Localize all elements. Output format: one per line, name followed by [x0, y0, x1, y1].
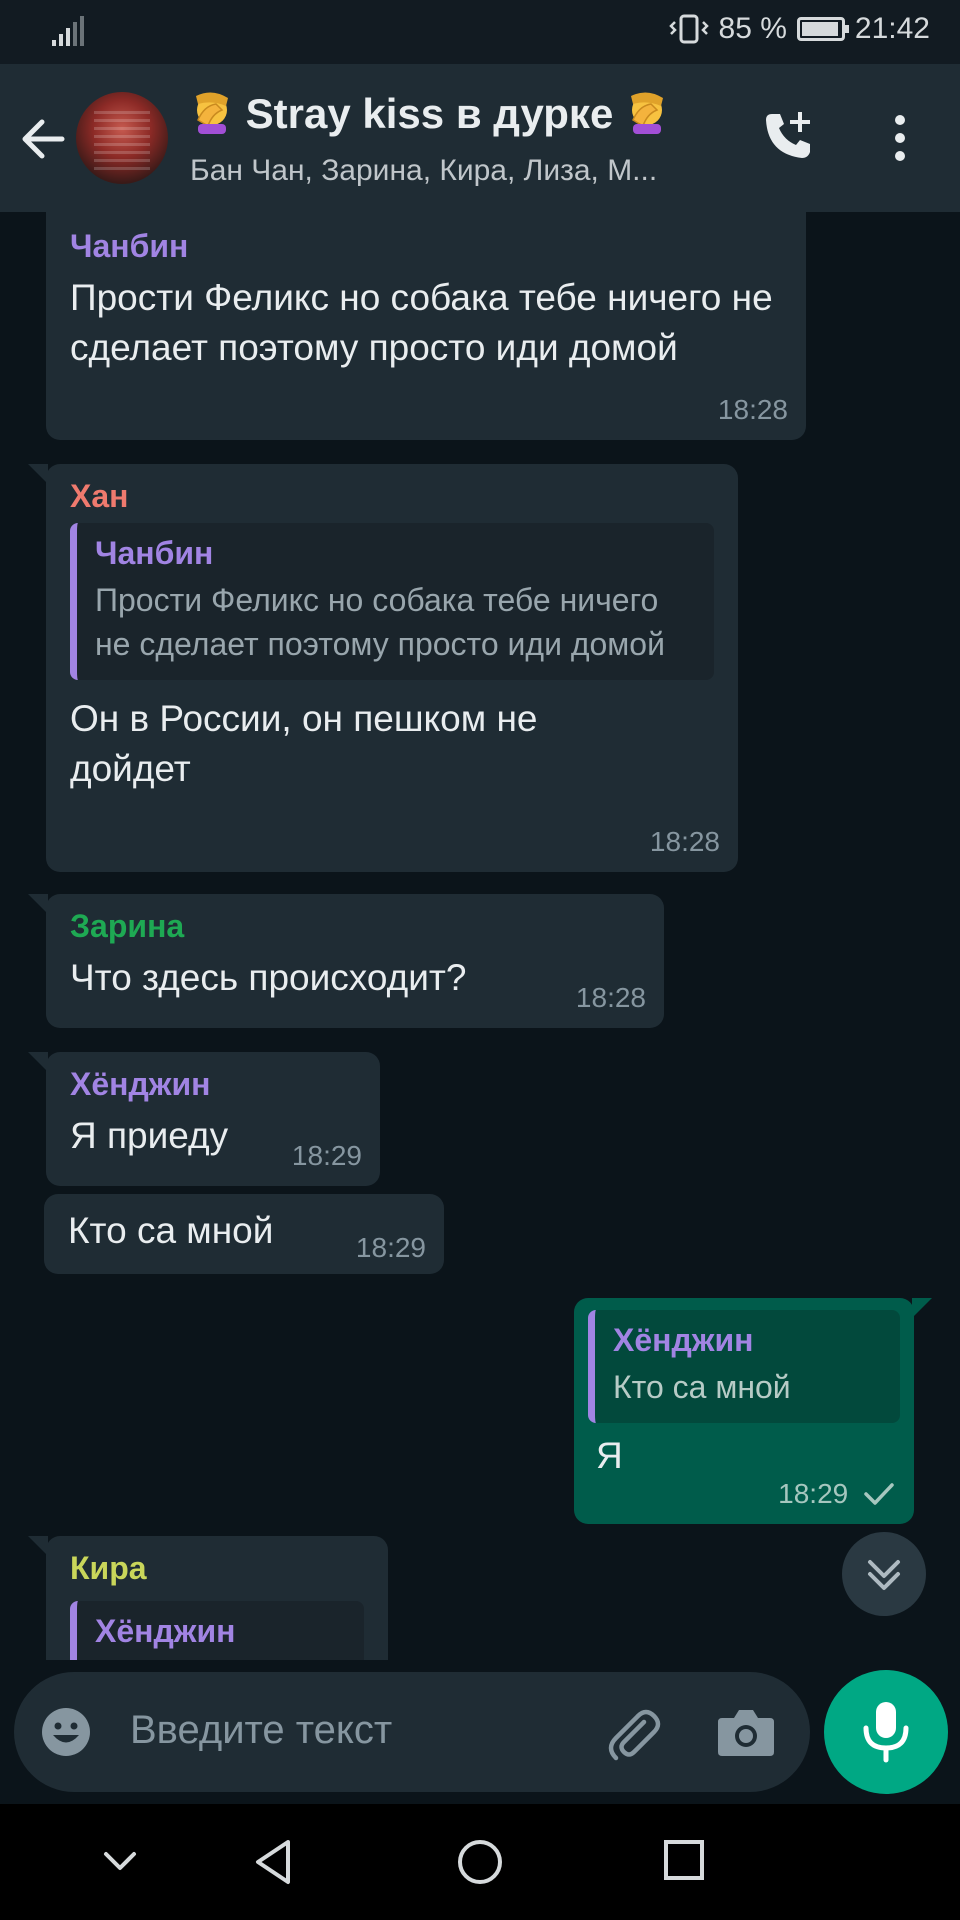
quoted-author: Хёнджин [613, 1322, 754, 1358]
message-time: 18:29 [355, 1232, 426, 1263]
quoted-text: Прости Феликс но собака тебе ничего не с… [95, 582, 665, 662]
more-options-icon[interactable] [880, 112, 920, 164]
message-sender[interactable]: Хёнджин [70, 1066, 356, 1103]
chat-header: Stray kiss в дурке Бан Чан, Зарина, Кира… [0, 64, 960, 212]
sent-check-icon [864, 1483, 894, 1505]
group-participants[interactable]: Бан Чан, Зарина, Кира, Лиза, М... [190, 154, 657, 188]
battery-icon [796, 17, 849, 41]
message-bubble[interactable]: Зарина Что здесь происходит? 18:28 [28, 894, 664, 1028]
message-text: Прости Феликс но собака тебе ничего не с… [70, 277, 773, 368]
message-time: 18:29 [291, 1140, 362, 1171]
group-title-text: Stray kiss в дурке [245, 90, 614, 137]
signal-icon [52, 16, 84, 46]
quoted-author: Чанбин [95, 535, 214, 571]
facepalm-emoji-icon [196, 92, 228, 134]
message-bubble[interactable]: Хан Чанбин Прости Феликс но собака тебе … [28, 464, 738, 872]
facepalm-emoji-icon [631, 92, 663, 134]
nav-back-icon[interactable] [252, 1838, 296, 1886]
message-time: 18:29 [778, 1478, 849, 1509]
emoji-icon[interactable] [40, 1706, 92, 1758]
microphone-icon [863, 1702, 909, 1763]
message-bubble[interactable]: Кто са мной 18:29 [44, 1194, 444, 1274]
hide-keyboard-chevron-icon[interactable] [98, 1838, 142, 1882]
message-bubble[interactable]: Хёнджин Я приеду 18:29 [28, 1052, 380, 1186]
message-sender[interactable]: Кира [70, 1550, 364, 1587]
message-text: Он в России, он пешком не дойдет [70, 698, 538, 789]
message-text: Я [596, 1435, 623, 1476]
message-sender[interactable]: Хан [70, 478, 714, 515]
message-input[interactable]: Введите текст [130, 1708, 392, 1753]
battery-percent: 85 % [718, 12, 787, 45]
voice-message-button[interactable] [824, 1670, 948, 1794]
group-avatar[interactable] [76, 92, 168, 184]
quoted-text: Кто са мной [613, 1369, 791, 1405]
message-time-wrap: 18:29 [778, 1478, 896, 1510]
group-title[interactable]: Stray kiss в дурке [190, 90, 669, 138]
nav-home-icon[interactable] [456, 1838, 504, 1886]
quoted-message[interactable]: Хёнджин [70, 1601, 364, 1660]
message-time: 18:28 [575, 982, 646, 1013]
message-bubble[interactable]: Чанбин Прости Феликс но собака тебе ниче… [46, 212, 806, 440]
message-composer: Введите текст [14, 1672, 810, 1792]
message-sender[interactable]: Зарина [70, 908, 640, 945]
quoted-author: Хёнджин [95, 1613, 236, 1649]
clock: 21:42 [854, 12, 930, 45]
double-chevron-down-icon [868, 1560, 900, 1590]
message-bubble[interactable]: Кира Хёнджин [28, 1536, 388, 1660]
message-list[interactable]: Чанбин Прости Феликс но собака тебе ниче… [0, 212, 960, 1660]
status-bar: 85 % 21:42 [0, 0, 960, 64]
message-time: 18:28 [649, 826, 720, 857]
message-bubble-outgoing[interactable]: Хёнджин Кто са мной Я 18:29 [574, 1298, 932, 1524]
quoted-message[interactable]: Хёнджин Кто са мной [588, 1310, 900, 1423]
nav-recents-icon[interactable] [662, 1838, 706, 1882]
message-sender[interactable]: Чанбин [70, 228, 782, 265]
vibrate-icon [668, 14, 709, 44]
message-text: Что здесь происходит? [70, 957, 467, 998]
back-arrow-icon[interactable] [18, 114, 68, 164]
add-call-icon[interactable] [760, 108, 816, 164]
scroll-to-bottom-button[interactable] [842, 1532, 926, 1616]
attach-icon[interactable] [602, 1702, 664, 1764]
camera-icon[interactable] [716, 1704, 776, 1760]
message-time: 18:28 [717, 394, 788, 425]
quoted-message[interactable]: Чанбин Прости Феликс но собака тебе ниче… [70, 523, 714, 680]
system-navigation-bar [0, 1804, 960, 1920]
